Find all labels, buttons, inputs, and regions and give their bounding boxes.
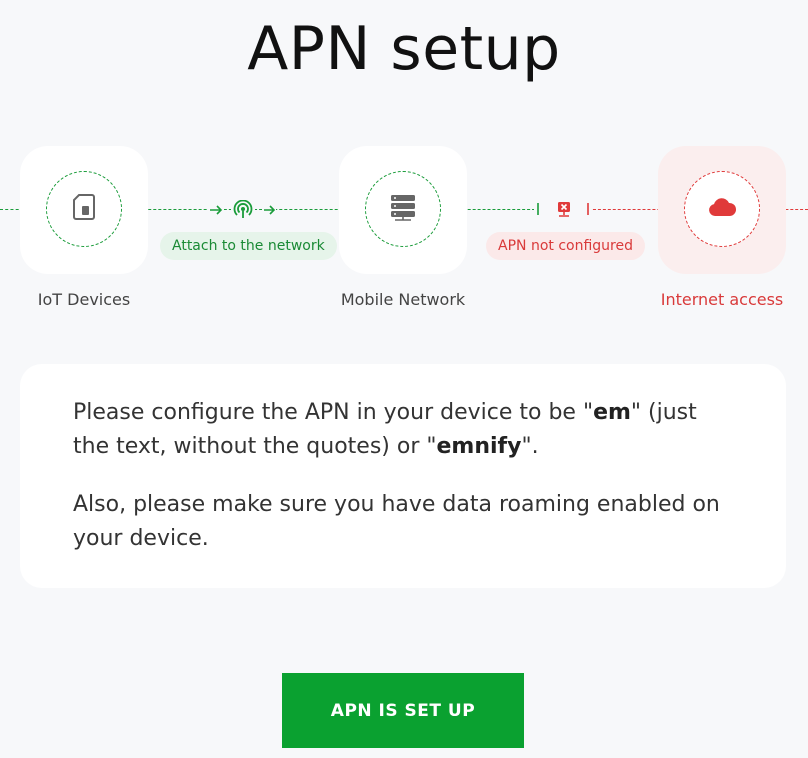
node-ring <box>365 171 441 247</box>
apn-value-primary: em <box>593 400 631 425</box>
antenna-icon <box>231 198 255 222</box>
link-label-attach: Attach to the network <box>160 232 337 260</box>
instructions-text: Please configure the APN in your device … <box>73 400 594 425</box>
node-mobile-network <box>339 146 467 274</box>
server-icon <box>389 193 417 225</box>
network-error-icon <box>553 198 575 220</box>
instructions-text: ". <box>521 434 539 459</box>
sim-card-icon <box>73 194 95 224</box>
arrow-right-icon <box>208 202 224 218</box>
cloud-icon <box>707 197 737 221</box>
node-ring <box>46 171 122 247</box>
line-end-cap-icon <box>534 202 542 216</box>
arrow-right-icon <box>262 202 276 218</box>
apn-is-set-up-button[interactable]: APN IS SET UP <box>282 673 524 748</box>
link-label-apn-error: APN not configured <box>486 232 645 260</box>
connection-diagram: Attach to the network APN not configured <box>0 140 808 330</box>
node-ring <box>684 171 760 247</box>
node-internet-access <box>658 146 786 274</box>
instructions-card: Please configure the APN in your device … <box>20 364 786 588</box>
instructions-roaming: Also, please make sure you have data roa… <box>73 492 720 551</box>
node-label-mobile-network: Mobile Network <box>340 290 466 309</box>
apn-setup-page: APN setup Attach to the network APN not … <box>0 0 808 758</box>
node-label-iot-devices: IoT Devices <box>37 290 131 309</box>
page-title: APN setup <box>247 14 561 84</box>
node-iot-devices <box>20 146 148 274</box>
line-end-cap-icon <box>584 202 592 216</box>
instructions-apn: Please configure the APN in your device … <box>73 396 734 464</box>
apn-value-secondary: emnify <box>436 434 522 459</box>
node-label-internet-access: Internet access <box>660 290 784 309</box>
